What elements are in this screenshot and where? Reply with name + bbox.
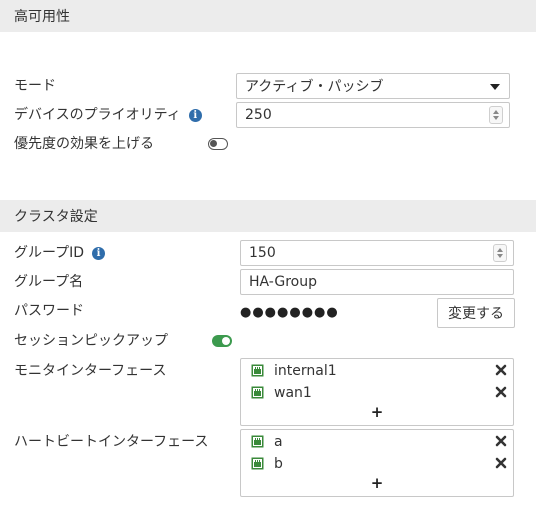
session-pickup-toggle[interactable]: [212, 335, 232, 347]
add-heartbeat-interface-button[interactable]: +: [241, 474, 513, 492]
device-priority-label-text: デバイスのプライオリティ: [14, 107, 181, 123]
add-monitor-interface-button[interactable]: +: [241, 403, 513, 421]
cluster-section-header: クラスタ設定: [0, 200, 536, 232]
interface-name: a: [274, 434, 283, 450]
group-id-input[interactable]: 150: [240, 240, 514, 266]
device-priority-input[interactable]: 250: [236, 102, 510, 128]
ha-section-header: 高可用性: [0, 0, 536, 32]
password-masked: ●●●●●●●●: [240, 305, 339, 320]
mode-label: モード: [14, 78, 56, 94]
override-toggle[interactable]: [208, 138, 228, 150]
toggle-knob: [222, 337, 230, 345]
mode-select[interactable]: アクティブ・パッシブ: [236, 73, 510, 99]
group-name-input[interactable]: HA-Group: [240, 269, 514, 295]
port-icon: [251, 435, 264, 448]
list-item: wan1: [241, 383, 513, 403]
port-icon: [251, 457, 264, 470]
group-id-value: 150: [249, 245, 276, 261]
spinner-down-icon[interactable]: [493, 116, 499, 120]
info-icon[interactable]: i: [188, 109, 202, 122]
interface-name: internal1: [274, 363, 337, 379]
number-spinner[interactable]: [493, 244, 507, 262]
list-item: a: [241, 432, 513, 452]
monitor-interfaces-label: モニタインターフェース: [14, 363, 167, 379]
spinner-up-icon[interactable]: [493, 110, 499, 114]
info-icon[interactable]: i: [92, 247, 106, 260]
close-x-icon[interactable]: [495, 457, 507, 469]
group-id-label-text: グループID: [14, 245, 85, 261]
session-pickup-label: セッションピックアップ: [14, 333, 168, 349]
heartbeat-interfaces-list[interactable]: a b +: [240, 429, 514, 497]
port-icon: [251, 386, 264, 399]
group-name-label: グループ名: [14, 274, 84, 290]
toggle-knob: [210, 140, 217, 147]
mode-select-value: アクティブ・パッシブ: [245, 79, 384, 95]
port-icon: [251, 364, 264, 377]
list-item: internal1: [241, 361, 513, 381]
ha-section-title: 高可用性: [14, 9, 70, 25]
cluster-section-title: クラスタ設定: [14, 209, 98, 225]
list-item: b: [241, 454, 513, 474]
interface-name: b: [274, 456, 283, 472]
device-priority-label: デバイスのプライオリティ i: [14, 106, 202, 124]
heartbeat-interfaces-label: ハートビートインターフェース: [14, 434, 209, 450]
group-id-label: グループID i: [14, 244, 106, 262]
interface-name: wan1: [274, 385, 312, 401]
spinner-up-icon[interactable]: [497, 248, 503, 252]
spinner-down-icon[interactable]: [497, 254, 503, 258]
close-x-icon[interactable]: [495, 364, 507, 376]
change-password-button[interactable]: 変更する: [437, 298, 515, 328]
chevron-down-icon: [490, 84, 500, 90]
close-x-icon[interactable]: [495, 386, 507, 398]
close-x-icon[interactable]: [495, 435, 507, 447]
group-name-value: HA-Group: [249, 274, 317, 290]
number-spinner[interactable]: [489, 106, 503, 124]
device-priority-value: 250: [245, 107, 272, 123]
override-label: 優先度の効果を上げる: [14, 136, 154, 152]
monitor-interfaces-list[interactable]: internal1 wan1 +: [240, 358, 514, 426]
password-label: パスワード: [14, 303, 84, 319]
